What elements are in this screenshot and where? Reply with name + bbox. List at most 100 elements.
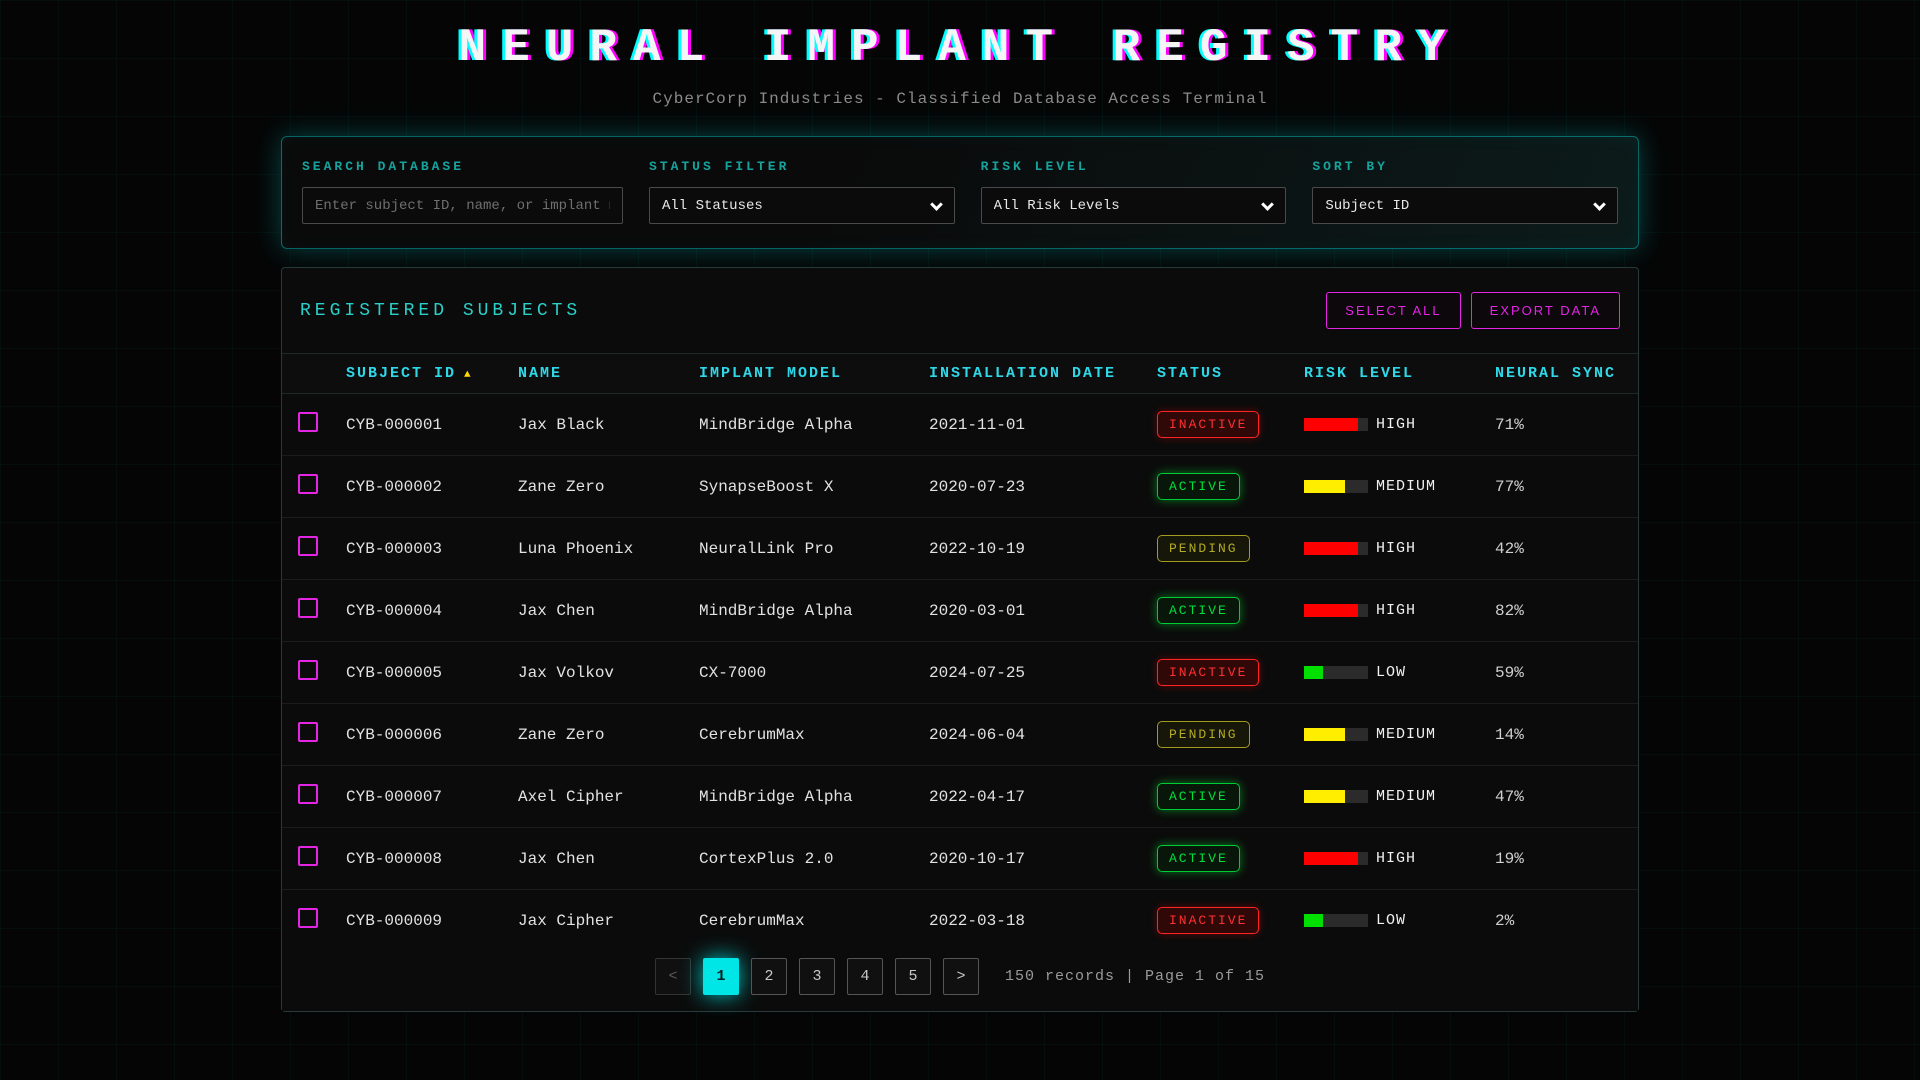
next-page-button[interactable]: > — [943, 958, 979, 995]
subject-name: Axel Cipher — [518, 788, 624, 806]
table-titlebar: REGISTERED SUBJECTS SELECT ALL EXPORT DA… — [282, 268, 1638, 353]
row-checkbox[interactable] — [298, 598, 318, 618]
risk-bar — [1304, 604, 1368, 617]
column-header-status[interactable]: STATUS — [1141, 354, 1288, 394]
column-header-installation-date[interactable]: INSTALLATION DATE — [913, 354, 1141, 394]
row-checkbox[interactable] — [298, 660, 318, 680]
installation-date: 2022-10-19 — [929, 540, 1025, 558]
implant-model: CX-7000 — [699, 664, 766, 682]
sort-by-group: SORT BY Subject ID — [1312, 159, 1618, 224]
table-scroll-area[interactable]: SUBJECT ID▲ NAME IMPLANT MODEL INSTALLAT… — [282, 353, 1638, 941]
header-checkbox-cell — [282, 354, 330, 394]
implant-model: CerebrumMax — [699, 912, 805, 930]
column-header-subject-id[interactable]: SUBJECT ID▲ — [330, 354, 502, 394]
subject-rows: CYB-000001 Jax Black MindBridge Alpha 20… — [282, 394, 1638, 942]
table-row: CYB-000004 Jax Chen MindBridge Alpha 202… — [282, 580, 1638, 642]
prev-page-button[interactable]: < — [655, 958, 691, 995]
sort-asc-icon: ▲ — [464, 369, 473, 381]
risk-bar-fill — [1304, 790, 1345, 803]
status-filter-label: STATUS FILTER — [649, 159, 955, 174]
page-title: NEURAL IMPLANT REGISTRY — [281, 22, 1639, 74]
table-row: CYB-000003 Luna Phoenix NeuralLink Pro 2… — [282, 518, 1638, 580]
table-actions: SELECT ALL EXPORT DATA — [1326, 292, 1620, 329]
status-badge: INACTIVE — [1157, 411, 1259, 438]
sort-by-select[interactable]: Subject ID — [1312, 187, 1618, 224]
subject-id: CYB-000002 — [346, 478, 442, 496]
page-number-buttons: 12345 — [703, 958, 931, 995]
page-button-3[interactable]: 3 — [799, 958, 835, 995]
row-checkbox[interactable] — [298, 908, 318, 928]
risk-label: HIGH — [1376, 602, 1416, 619]
status-badge: ACTIVE — [1157, 845, 1240, 872]
risk-bar-fill — [1304, 604, 1358, 617]
table-row: CYB-000005 Jax Volkov CX-7000 2024-07-25… — [282, 642, 1638, 704]
search-input[interactable] — [302, 187, 623, 224]
subject-name: Jax Cipher — [518, 912, 614, 930]
subjects-table: SUBJECT ID▲ NAME IMPLANT MODEL INSTALLAT… — [282, 353, 1638, 941]
status-badge: ACTIVE — [1157, 473, 1240, 500]
column-header-name[interactable]: NAME — [502, 354, 683, 394]
subject-name: Jax Black — [518, 416, 604, 434]
risk-label: HIGH — [1376, 540, 1416, 557]
subject-id: CYB-000008 — [346, 850, 442, 868]
subject-name: Jax Volkov — [518, 664, 614, 682]
installation-date: 2020-10-17 — [929, 850, 1025, 868]
select-all-button[interactable]: SELECT ALL — [1326, 292, 1460, 329]
neural-sync-value: 2% — [1495, 912, 1514, 930]
page-button-1[interactable]: 1 — [703, 958, 739, 995]
neural-sync-value: 82% — [1495, 602, 1524, 620]
installation-date: 2020-03-01 — [929, 602, 1025, 620]
risk-bar — [1304, 914, 1368, 927]
subject-id: CYB-000001 — [346, 416, 442, 434]
column-header-implant-model[interactable]: IMPLANT MODEL — [683, 354, 913, 394]
sort-by-label: SORT BY — [1312, 159, 1618, 174]
page-button-2[interactable]: 2 — [751, 958, 787, 995]
risk-bar — [1304, 666, 1368, 679]
row-checkbox[interactable] — [298, 846, 318, 866]
table-header-row: SUBJECT ID▲ NAME IMPLANT MODEL INSTALLAT… — [282, 354, 1638, 394]
neural-sync-value: 59% — [1495, 664, 1524, 682]
subject-id: CYB-000003 — [346, 540, 442, 558]
risk-bar — [1304, 728, 1368, 741]
status-badge: INACTIVE — [1157, 907, 1259, 934]
row-checkbox[interactable] — [298, 784, 318, 804]
column-header-risk-level[interactable]: RISK LEVEL — [1288, 354, 1479, 394]
subject-name: Jax Chen — [518, 850, 595, 868]
row-checkbox[interactable] — [298, 536, 318, 556]
neural-sync-value: 19% — [1495, 850, 1524, 868]
table-title: REGISTERED SUBJECTS — [300, 301, 581, 321]
page-button-4[interactable]: 4 — [847, 958, 883, 995]
implant-model: MindBridge Alpha — [699, 416, 853, 434]
pagination-bar: < 12345 > 150 records | Page 1 of 15 — [282, 941, 1638, 1011]
risk-bar — [1304, 790, 1368, 803]
status-badge: PENDING — [1157, 535, 1250, 562]
risk-bar — [1304, 480, 1368, 493]
subject-id: CYB-000006 — [346, 726, 442, 744]
row-checkbox[interactable] — [298, 722, 318, 742]
risk-bar-fill — [1304, 542, 1358, 555]
subject-id: CYB-000007 — [346, 788, 442, 806]
filter-panel: SEARCH DATABASE STATUS FILTER All Status… — [281, 136, 1639, 249]
subject-id: CYB-000005 — [346, 664, 442, 682]
risk-bar-fill — [1304, 480, 1345, 493]
implant-model: CortexPlus 2.0 — [699, 850, 833, 868]
status-filter-select[interactable]: All Statuses — [649, 187, 955, 224]
row-checkbox[interactable] — [298, 474, 318, 494]
table-row: CYB-000008 Jax Chen CortexPlus 2.0 2020-… — [282, 828, 1638, 890]
installation-date: 2022-03-18 — [929, 912, 1025, 930]
risk-filter-label: RISK LEVEL — [981, 159, 1287, 174]
risk-filter-select[interactable]: All Risk Levels — [981, 187, 1287, 224]
row-checkbox[interactable] — [298, 412, 318, 432]
page-button-5[interactable]: 5 — [895, 958, 931, 995]
column-header-neural-sync[interactable]: NEURAL SYNC — [1479, 354, 1638, 394]
risk-label: HIGH — [1376, 416, 1416, 433]
export-data-button[interactable]: EXPORT DATA — [1471, 292, 1620, 329]
implant-model: CerebrumMax — [699, 726, 805, 744]
subject-name: Zane Zero — [518, 726, 604, 744]
status-badge: PENDING — [1157, 721, 1250, 748]
installation-date: 2022-04-17 — [929, 788, 1025, 806]
implant-model: SynapseBoost X — [699, 478, 833, 496]
risk-label: LOW — [1376, 912, 1406, 929]
subject-name: Zane Zero — [518, 478, 604, 496]
risk-bar-fill — [1304, 728, 1345, 741]
